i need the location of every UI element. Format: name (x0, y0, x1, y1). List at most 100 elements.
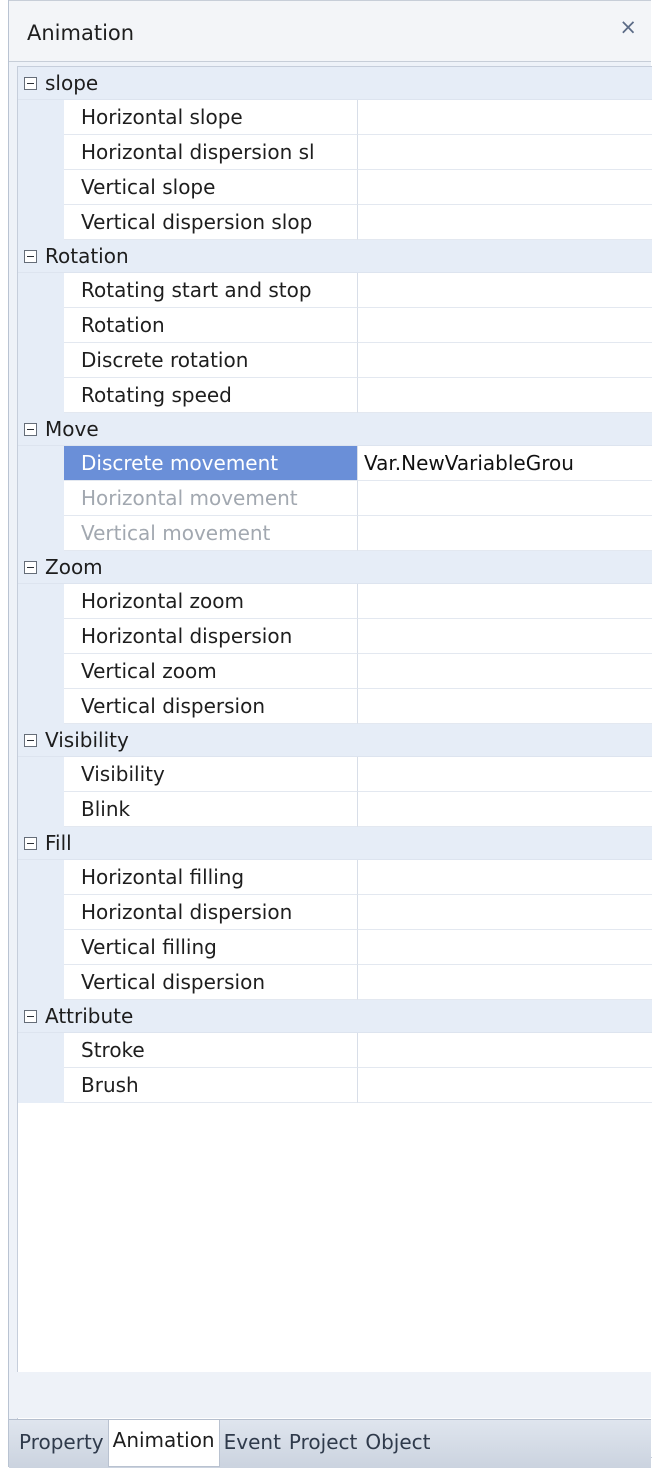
property-name[interactable]: Vertical dispersion slop (64, 205, 358, 240)
property-row-vertical-dispersion[interactable]: Vertical dispersion (18, 965, 652, 1000)
collapse-toggle-icon[interactable] (24, 1009, 37, 1023)
property-value[interactable] (358, 757, 652, 792)
property-name[interactable]: Horizontal movement (64, 481, 358, 516)
property-row-rotating-speed[interactable]: Rotating speed (18, 378, 652, 413)
group-label: Move (45, 417, 99, 441)
property-name[interactable]: Visibility (64, 757, 358, 792)
property-name[interactable]: Discrete movement (64, 446, 358, 481)
property-name[interactable]: Rotating speed (64, 378, 358, 413)
property-row-horizontal-dispersion[interactable]: Horizontal dispersion (18, 895, 652, 930)
tab-animation[interactable]: Animation (107, 1420, 220, 1467)
property-value[interactable] (358, 205, 652, 240)
property-value[interactable] (358, 689, 652, 724)
property-value[interactable] (358, 1033, 652, 1068)
property-name[interactable]: Brush (64, 1068, 358, 1103)
property-name[interactable]: Rotating start and stop (64, 273, 358, 308)
group-header-slope[interactable]: slope (18, 67, 652, 100)
property-value[interactable] (358, 792, 652, 827)
property-name[interactable]: Vertical movement (64, 516, 358, 551)
group-label: Zoom (45, 555, 103, 579)
property-name[interactable]: Vertical zoom (64, 654, 358, 689)
property-value[interactable] (358, 930, 652, 965)
property-row-rotating-start-and-stop[interactable]: Rotating start and stop (18, 273, 652, 308)
property-row-vertical-zoom[interactable]: Vertical zoom (18, 654, 652, 689)
property-row-blink[interactable]: Blink (18, 792, 652, 827)
property-row-horizontal-filling[interactable]: Horizontal filling (18, 860, 652, 895)
property-value[interactable] (358, 378, 652, 413)
property-value[interactable] (358, 965, 652, 1000)
tab-event[interactable]: Event (220, 1420, 285, 1468)
property-row-horizontal-dispersion-sl[interactable]: Horizontal dispersion sl (18, 135, 652, 170)
collapse-toggle-icon[interactable] (24, 733, 37, 747)
property-value[interactable] (358, 308, 652, 343)
property-row-horizontal-movement[interactable]: Horizontal movement (18, 481, 652, 516)
property-name[interactable]: Horizontal dispersion (64, 619, 358, 654)
property-value[interactable] (358, 895, 652, 930)
property-value[interactable] (358, 619, 652, 654)
property-name[interactable]: Horizontal dispersion (64, 895, 358, 930)
property-name[interactable]: Stroke (64, 1033, 358, 1068)
property-row-vertical-dispersion-slop[interactable]: Vertical dispersion slop (18, 205, 652, 240)
tab-property[interactable]: Property (9, 1420, 108, 1468)
property-row-discrete-movement[interactable]: Discrete movement Var.NewVariableGrou (18, 446, 652, 481)
property-name[interactable]: Horizontal slope (64, 100, 358, 135)
property-value (358, 481, 652, 516)
property-row-discrete-rotation[interactable]: Discrete rotation (18, 343, 652, 378)
group-header-rotation[interactable]: Rotation (18, 240, 652, 273)
property-value[interactable] (358, 100, 652, 135)
group-label: Rotation (45, 244, 129, 268)
property-row-brush[interactable]: Brush (18, 1068, 652, 1103)
property-name[interactable]: Rotation (64, 308, 358, 343)
property-value[interactable] (358, 1068, 652, 1103)
property-row-horizontal-dispersion[interactable]: Horizontal dispersion (18, 619, 652, 654)
group-header-attribute[interactable]: Attribute (18, 1000, 652, 1033)
group-header-zoom[interactable]: Zoom (18, 551, 652, 584)
group-label: Visibility (45, 728, 129, 752)
close-icon[interactable]: × (619, 17, 637, 38)
group-header-move[interactable]: Move (18, 413, 652, 446)
property-value[interactable] (358, 170, 652, 205)
group-header-visibility[interactable]: Visibility (18, 724, 652, 757)
collapse-toggle-icon[interactable] (24, 836, 37, 850)
panel-title: Animation (27, 21, 135, 45)
tab-project[interactable]: Project (285, 1420, 361, 1468)
property-name[interactable]: Horizontal dispersion sl (64, 135, 358, 170)
collapse-toggle-icon[interactable] (24, 422, 37, 436)
property-name[interactable]: Vertical slope (64, 170, 358, 205)
property-row-visibility[interactable]: Visibility (18, 757, 652, 792)
property-name[interactable]: Blink (64, 792, 358, 827)
property-row-horizontal-slope[interactable]: Horizontal slope (18, 100, 652, 135)
group-label: slope (45, 71, 99, 95)
property-name[interactable]: Horizontal zoom (64, 584, 358, 619)
panel-titlebar: Animation × (9, 0, 651, 62)
property-row-horizontal-zoom[interactable]: Horizontal zoom (18, 584, 652, 619)
property-row-vertical-filling[interactable]: Vertical filling (18, 930, 652, 965)
property-value[interactable] (358, 343, 652, 378)
property-row-vertical-movement[interactable]: Vertical movement (18, 516, 652, 551)
property-name[interactable]: Vertical filling (64, 930, 358, 965)
property-name[interactable]: Horizontal filling (64, 860, 358, 895)
property-value[interactable] (358, 135, 652, 170)
group-header-fill[interactable]: Fill (18, 827, 652, 860)
animation-panel: Animation × slope Horizontal slope Horizon… (8, 0, 652, 1468)
grid-footer (17, 1372, 651, 1418)
property-row-vertical-dispersion[interactable]: Vertical dispersion (18, 689, 652, 724)
property-row-rotation[interactable]: Rotation (18, 308, 652, 343)
property-value (358, 516, 652, 551)
property-value[interactable] (358, 273, 652, 308)
property-row-vertical-slope[interactable]: Vertical slope (18, 170, 652, 205)
group-label: Fill (45, 831, 72, 855)
tab-object[interactable]: Object (361, 1420, 434, 1468)
collapse-toggle-icon[interactable] (24, 560, 37, 574)
collapse-toggle-icon[interactable] (24, 249, 37, 263)
property-value[interactable] (358, 584, 652, 619)
collapse-toggle-icon[interactable] (24, 76, 37, 90)
property-value[interactable] (358, 860, 652, 895)
panel-tabbar: Property Animation Event Project Object (9, 1419, 651, 1468)
property-value[interactable] (358, 654, 652, 689)
property-row-stroke[interactable]: Stroke (18, 1033, 652, 1068)
property-name[interactable]: Vertical dispersion (64, 965, 358, 1000)
property-name[interactable]: Discrete rotation (64, 343, 358, 378)
property-value[interactable]: Var.NewVariableGrou (358, 446, 652, 481)
property-name[interactable]: Vertical dispersion (64, 689, 358, 724)
